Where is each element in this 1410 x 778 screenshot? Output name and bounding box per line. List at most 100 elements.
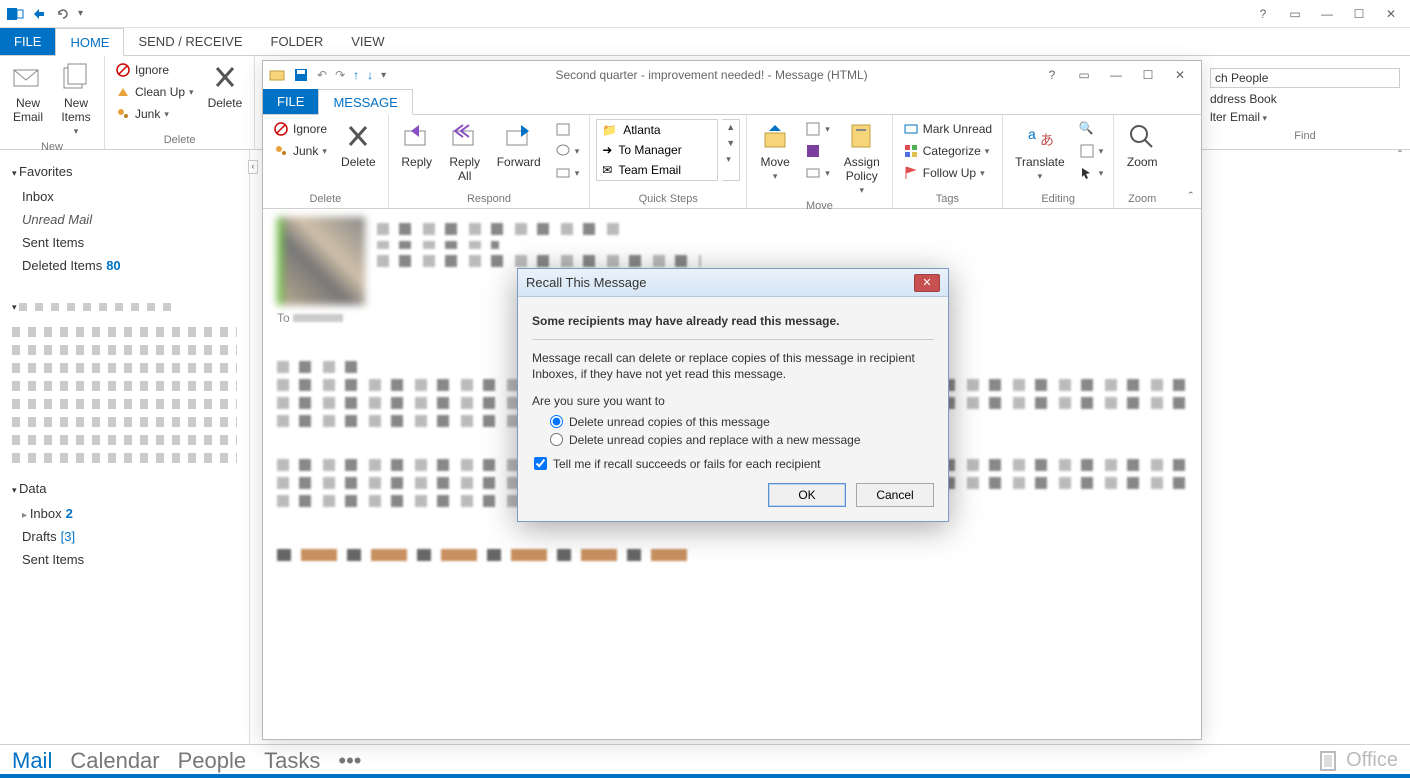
quickstep-team-email[interactable]: ✉Team Email — [597, 160, 717, 180]
assign-policy-icon — [846, 121, 878, 153]
msg-junk-button[interactable]: Junk — [269, 141, 331, 161]
msg-redo-icon[interactable]: ↷ — [335, 68, 345, 82]
msg-next-icon[interactable]: ↓ — [367, 68, 373, 82]
close-icon[interactable]: ✕ — [1376, 4, 1406, 24]
forward-button[interactable]: Forward — [491, 119, 547, 171]
mark-unread-button[interactable]: Mark Unread — [899, 119, 996, 139]
minimize-icon[interactable]: — — [1312, 4, 1342, 24]
dialog-body: Some recipients may have already read th… — [518, 297, 948, 483]
maximize-icon[interactable]: ☐ — [1344, 4, 1374, 24]
sender-avatar — [277, 217, 365, 305]
msg-save-icon[interactable] — [293, 67, 309, 83]
send-receive-icon[interactable] — [30, 5, 48, 23]
msg-ignore-button[interactable]: Ignore — [269, 119, 331, 139]
module-calendar[interactable]: Calendar — [70, 748, 159, 774]
option-delete-replace[interactable]: Delete unread copies and replace with a … — [550, 433, 934, 447]
nav-drafts[interactable]: Drafts[3] — [12, 525, 237, 548]
tab-view[interactable]: VIEW — [337, 28, 398, 55]
more-respond-button[interactable] — [551, 163, 584, 183]
tab-send-receive[interactable]: SEND / RECEIVE — [124, 28, 256, 55]
clean-up-button[interactable]: Clean Up — [111, 82, 198, 102]
msg-close-icon[interactable]: ✕ — [1165, 65, 1195, 85]
msg-delete-button[interactable]: Delete — [335, 119, 382, 171]
msg-tab-message[interactable]: MESSAGE — [318, 89, 412, 115]
onenote-button[interactable] — [801, 141, 834, 161]
account-header[interactable] — [12, 295, 237, 319]
translate-button[interactable]: aあTranslate — [1009, 119, 1071, 184]
new-items-label: New Items — [61, 96, 90, 124]
nav-sent-items-2[interactable]: Sent Items — [12, 548, 237, 571]
qs-more-icon[interactable]: ▾ — [722, 152, 739, 167]
ribbon-options-icon[interactable]: ▭ — [1280, 4, 1310, 24]
ignore-button[interactable]: Ignore — [111, 60, 198, 80]
quickstep-atlanta[interactable]: 📁Atlanta — [597, 120, 717, 140]
quickstep-to-manager[interactable]: ➜To Manager — [597, 140, 717, 160]
move-button[interactable]: Move — [753, 119, 797, 184]
msg-undo-icon[interactable]: ↶ — [317, 68, 327, 82]
qs-down-icon[interactable]: ▼ — [722, 136, 739, 150]
zoom-button[interactable]: Zoom — [1120, 119, 1164, 171]
filter-email-button[interactable]: lter Email — [1210, 110, 1400, 124]
msg-tab-file[interactable]: FILE — [263, 89, 318, 114]
reply-all-button[interactable]: Reply All — [443, 119, 487, 185]
msg-collapse-ribbon-icon[interactable]: ˆ — [1181, 185, 1201, 208]
msg-group-move: Move Assign Policy Move — [747, 115, 893, 208]
quick-steps-gallery[interactable]: 📁Atlanta ➜To Manager ✉Team Email — [596, 119, 718, 181]
address-book-button[interactable]: ddress Book — [1210, 92, 1400, 106]
cancel-button[interactable]: Cancel — [856, 483, 934, 507]
follow-up-button[interactable]: Follow Up — [899, 163, 996, 183]
data-header[interactable]: Data — [12, 481, 237, 496]
select-icon — [1079, 165, 1095, 181]
nav-inbox[interactable]: Inbox — [12, 185, 237, 208]
find-button[interactable]: 🔍 — [1075, 119, 1108, 139]
module-mail[interactable]: Mail — [12, 748, 52, 774]
option-delete-unread[interactable]: Delete unread copies of this message — [550, 415, 934, 429]
delete-button[interactable]: Delete — [202, 60, 249, 112]
module-people[interactable]: People — [178, 748, 247, 774]
assign-policy-button[interactable]: Assign Policy — [838, 119, 886, 198]
collapse-nav-icon[interactable]: ‹ — [248, 160, 258, 174]
tab-file[interactable]: FILE — [0, 28, 55, 55]
rules-button[interactable] — [801, 119, 834, 139]
module-tasks[interactable]: Tasks — [264, 748, 320, 774]
flag-icon — [903, 165, 919, 181]
undo-icon[interactable] — [54, 5, 72, 23]
categorize-icon — [903, 143, 919, 159]
nav-deleted-items[interactable]: Deleted Items80 — [12, 254, 237, 277]
reply-button[interactable]: Reply — [395, 119, 439, 171]
help-icon[interactable]: ? — [1248, 4, 1278, 24]
ok-button[interactable]: OK — [768, 483, 846, 507]
categorize-button[interactable]: Categorize — [899, 141, 996, 161]
radio-delete-unread[interactable] — [550, 415, 563, 428]
nav-sent-items[interactable]: Sent Items — [12, 231, 237, 254]
new-items-button[interactable]: New Items — [54, 60, 98, 139]
radio-delete-replace[interactable] — [550, 433, 563, 446]
nav-inbox-2[interactable]: ▸ Inbox2 — [12, 502, 237, 525]
module-more[interactable]: ••• — [338, 748, 361, 774]
check-tell-me[interactable] — [534, 457, 547, 470]
checkbox-tell-me[interactable]: Tell me if recall succeeds or fails for … — [534, 457, 934, 471]
favorites-header[interactable]: Favorites — [12, 164, 237, 179]
ignore-icon — [115, 62, 131, 78]
select-button[interactable] — [1075, 163, 1108, 183]
tab-folder[interactable]: FOLDER — [257, 28, 338, 55]
msg-prev-icon[interactable]: ↑ — [353, 68, 359, 82]
im-reply-button[interactable] — [551, 141, 584, 161]
nav-unread-mail[interactable]: Unread Mail — [12, 208, 237, 231]
qat-customize-icon[interactable]: ▾ — [78, 8, 83, 19]
actions-button[interactable] — [801, 163, 834, 183]
tab-home[interactable]: HOME — [55, 28, 124, 56]
search-people-input[interactable]: ch People — [1210, 68, 1400, 88]
junk-button[interactable]: Junk — [111, 104, 198, 124]
dialog-close-button[interactable]: ✕ — [914, 274, 940, 292]
related-button[interactable] — [1075, 141, 1108, 161]
new-email-button[interactable]: New Email — [6, 60, 50, 126]
msg-minimize-icon[interactable]: — — [1101, 65, 1131, 85]
msg-help-icon[interactable]: ? — [1037, 65, 1067, 85]
msg-maximize-icon[interactable]: ☐ — [1133, 65, 1163, 85]
office-icon — [1318, 750, 1340, 772]
meeting-reply-button[interactable] — [551, 119, 584, 139]
qs-up-icon[interactable]: ▲ — [722, 120, 739, 134]
dialog-title: Recall This Message — [526, 275, 646, 290]
msg-ribbon-options-icon[interactable]: ▭ — [1069, 65, 1099, 85]
